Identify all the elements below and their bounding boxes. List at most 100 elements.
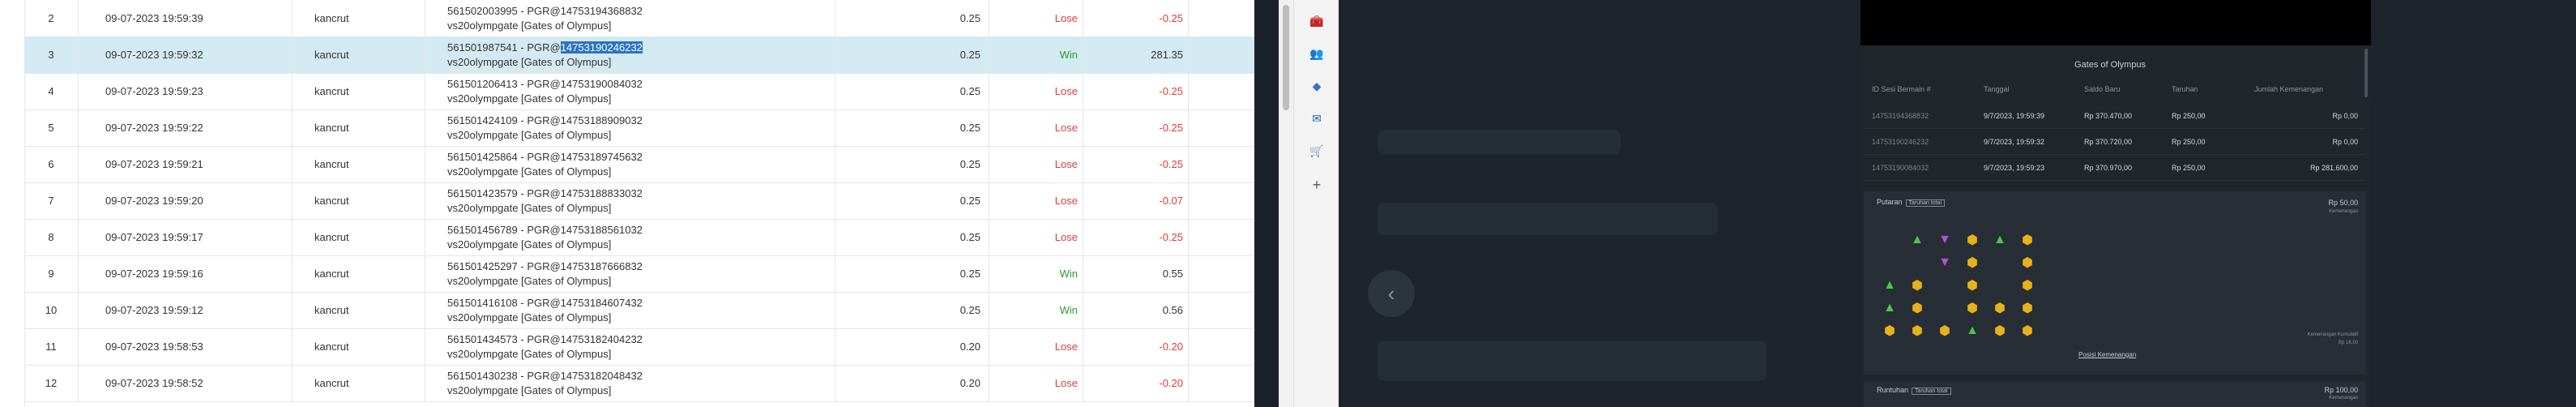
toolbox-icon[interactable]: 🧰 (1309, 13, 1325, 29)
header-balance: Saldo Baru (2084, 85, 2121, 93)
row-result: Win (1059, 268, 1078, 280)
session-balance: Rp 370.720,00 (2084, 138, 2133, 146)
gem-symbol-icon: ⬢ (2022, 279, 2033, 293)
row-balance: 0.00 (1191, 292, 1254, 328)
scrollbar-thumb[interactable] (1283, 5, 1289, 110)
row-desc-line1: 561501987541 - PGR@14753190246232 (447, 41, 643, 54)
row-bet: 0.25 (959, 268, 980, 280)
table-row[interactable]: 12 09-07-2023 19:58:52 kancrut 561501430238… (24, 365, 1254, 402)
spin-card (1864, 191, 2366, 375)
session-row[interactable]: 14753194368832 9/7/2023, 19:59:39 Rp 370.4… (1864, 104, 2366, 129)
table-row[interactable]: 4 09-07-2023 19:59:23 kancrut 561501206413 … (24, 73, 1254, 110)
session-balance: Rp 370.470,00 (2084, 112, 2133, 120)
session-bet: Rp 250,00 (2172, 164, 2206, 172)
row-user: kancrut (314, 268, 349, 280)
gem-symbol-icon: ▲ (1966, 323, 1979, 337)
row-amount: 0.55 (1162, 268, 1183, 280)
row-number: 7 (48, 195, 54, 207)
tumble-sub: Kemenangan (2329, 396, 2358, 401)
table-row[interactable]: 9 09-07-2023 19:59:16 kancrut 561501425297 … (24, 255, 1254, 293)
row-balance: 0.00 (1191, 365, 1254, 401)
row-amount: -0.25 (1159, 85, 1183, 97)
winning-position-link[interactable]: Posisi Kemenangan (2078, 351, 2136, 358)
copilot-icon[interactable]: ◆ (1309, 78, 1325, 94)
row-desc-line1: 561501416108 - PGR@14753184607432 (447, 296, 643, 309)
row-bet: 0.25 (959, 304, 980, 316)
modal-scrollbar[interactable] (2365, 49, 2368, 97)
row-result: Lose (1054, 85, 1078, 97)
session-row[interactable]: 14753190246232 9/7/2023, 19:59:32 Rp 370.7… (1864, 130, 2366, 155)
gem-symbol-icon: ▲ (1883, 301, 1896, 315)
row-user: kancrut (314, 85, 349, 97)
table-row[interactable]: 5 09-07-2023 19:59:22 kancrut 561501424109 … (24, 109, 1254, 147)
row-desc-line2: vs20olympgate [Gates of Olympus] (447, 165, 612, 178)
session-id: 14753194368832 (1872, 112, 1929, 120)
row-desc-line1: 561501424109 - PGR@14753188909032 (447, 114, 643, 126)
gem-symbol-icon: ⬢ (1967, 233, 1978, 247)
gem-symbol-icon: ▼ (1938, 233, 1951, 246)
table-row[interactable]: 3 09-07-2023 19:59:32 kancrut 561501987541 … (24, 36, 1254, 74)
row-amount: 0.56 (1162, 304, 1183, 316)
back-arrow-icon[interactable]: ‹ (1368, 270, 1415, 317)
row-description: 561501425864 - PGR@14753189745632 vs20oly… (431, 146, 836, 182)
modal-top-bar (1860, 0, 2371, 45)
table-row[interactable]: 11 09-07-2023 19:58:53 kancrut 561501434573… (24, 328, 1254, 366)
row-user: kancrut (314, 195, 349, 207)
shopping-cart-icon[interactable]: 🛒 (1309, 143, 1325, 159)
row-desc-line1: 561501456789 - PGR@14753188561032 (447, 223, 643, 236)
table-row[interactable]: 8 09-07-2023 19:59:17 kancrut 561501456789 … (24, 219, 1254, 256)
row-desc-line2: vs20olympgate [Gates of Olympus] (447, 347, 612, 360)
row-user: kancrut (314, 122, 349, 134)
row-balance: 0.00 (1191, 36, 1254, 73)
session-row[interactable]: 14753190084032 9/7/2023, 19:59:23 Rp 370.9… (1864, 156, 2366, 181)
row-result: Lose (1054, 231, 1078, 243)
header-date: Tanggal (1984, 85, 2010, 93)
row-number: 8 (48, 231, 54, 243)
selected-text: 14753190246232 (560, 41, 643, 54)
session-win: Rp 0,00 (2332, 112, 2358, 120)
row-desc-line2: vs20olympgate [Gates of Olympus] (447, 311, 612, 323)
gem-symbol-icon: ▼ (1938, 255, 1951, 269)
row-number: 3 (48, 49, 54, 61)
people-icon[interactable]: 👥 (1309, 45, 1325, 62)
row-result: Lose (1054, 377, 1078, 389)
session-bet: Rp 250,00 (2172, 112, 2206, 120)
row-gutter (0, 0, 25, 407)
row-user: kancrut (314, 12, 349, 24)
session-win: Rp 281.600,00 (2309, 164, 2358, 172)
spin-bet: Rp 50,00 (2328, 199, 2358, 207)
row-amount: -0.25 (1159, 231, 1183, 243)
row-desc-line2: vs20olympgate [Gates of Olympus] (447, 19, 612, 32)
row-desc-line2: vs20olympgate [Gates of Olympus] (447, 238, 612, 251)
row-number: 2 (48, 12, 54, 24)
row-bet: 0.20 (959, 341, 980, 353)
row-desc-line1: 561501206413 - PGR@14753190084032 (447, 77, 643, 90)
row-date: 09-07-2023 19:59:23 (105, 85, 203, 97)
row-balance: 0.00 (1191, 182, 1254, 219)
plus-icon[interactable]: + (1309, 177, 1325, 193)
session-id: 14753190084032 (1872, 164, 1929, 172)
row-date: 09-07-2023 19:58:52 (105, 377, 203, 389)
table-row[interactable]: 7 09-07-2023 19:59:20 kancrut 561501423579 … (24, 182, 1254, 220)
row-desc-line1: 561501425297 - PGR@14753187666832 (447, 259, 643, 272)
tumble-label: Runtuhan Taruhan total (1877, 386, 1951, 395)
session-date: 9/7/2023, 19:59:32 (1984, 138, 2045, 146)
gem-symbol-icon: ⬢ (1967, 279, 1978, 293)
row-balance: 0.00 (1191, 255, 1254, 292)
row-bet: 0.25 (959, 85, 980, 97)
table-row[interactable]: 10 09-07-2023 19:59:12 kancrut 561501416108… (24, 292, 1254, 329)
gem-symbol-icon: ⬢ (2022, 324, 2033, 338)
row-balance: 0.00 (1191, 146, 1254, 182)
row-bet: 0.25 (959, 49, 980, 61)
table-row[interactable]: 6 09-07-2023 19:59:21 kancrut 561501425864 … (24, 146, 1254, 183)
table-row[interactable]: 2 09-07-2023 19:59:39 kancrut 561502003995 … (24, 0, 1254, 37)
row-amount: -0.20 (1159, 341, 1183, 353)
row-desc-line2: vs20olympgate [Gates of Olympus] (447, 55, 612, 68)
gem-symbol-icon: ⬢ (1967, 302, 1978, 315)
row-number: 9 (48, 268, 54, 280)
row-result: Lose (1054, 341, 1078, 353)
session-id: 14753190246232 (1872, 138, 1929, 146)
outlook-icon[interactable]: ✉ (1309, 110, 1325, 126)
spin-label: Putaran Taruhan total (1877, 198, 1946, 207)
row-result: Win (1059, 304, 1078, 316)
